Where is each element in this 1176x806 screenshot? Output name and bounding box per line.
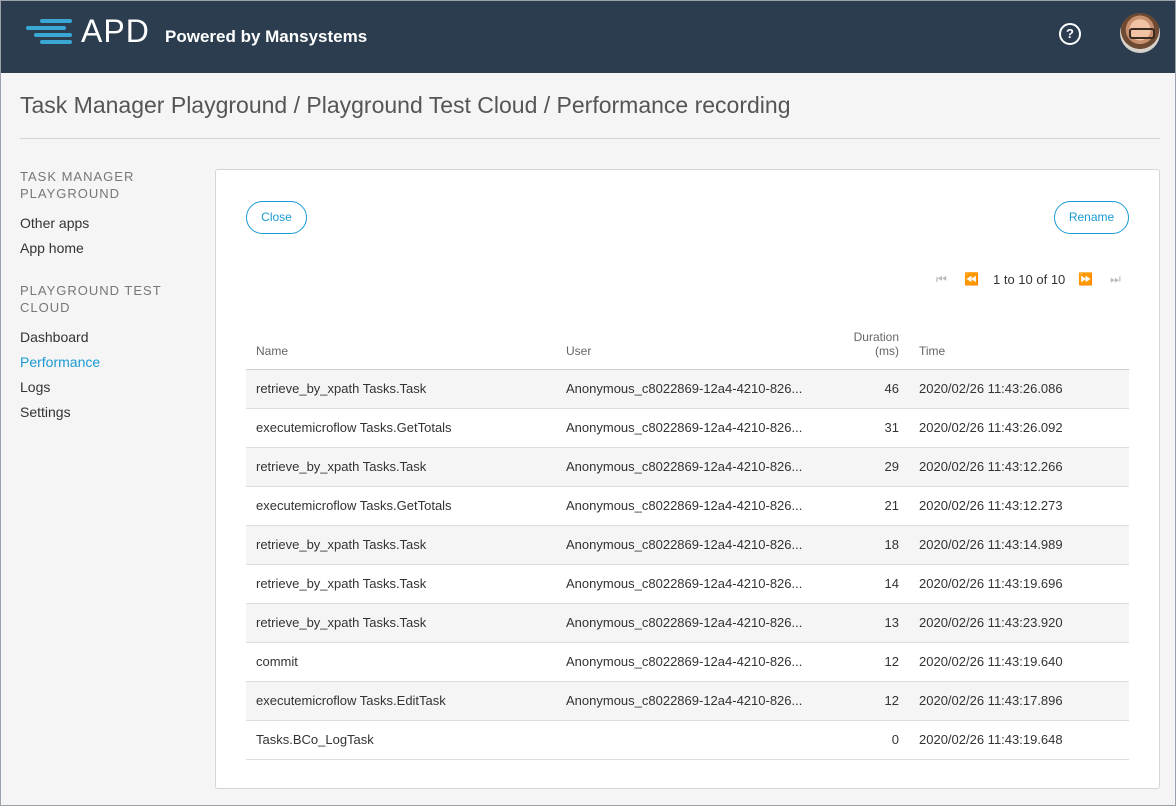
rename-button[interactable]: Rename: [1054, 201, 1129, 234]
cell-user: Anonymous_c8022869-12a4-4210-826...: [556, 525, 816, 565]
help-circle-icon[interactable]: ?: [1059, 23, 1081, 45]
cell-duration: 12: [816, 681, 909, 721]
table-body: retrieve_by_xpath Tasks.Task Anonymous_c8…: [246, 369, 1129, 760]
cell-time: 2020/02/26 11:43:26.092: [909, 408, 1129, 448]
close-button[interactable]: Close: [246, 201, 307, 234]
cell-duration: 14: [816, 564, 909, 604]
column-header-name[interactable]: Name: [246, 320, 556, 370]
cell-name: executemicroflow Tasks.GetTotals: [246, 486, 556, 526]
breadcrumb: Task Manager Playground / Playground Tes…: [20, 92, 791, 118]
cell-user: Anonymous_c8022869-12a4-4210-826...: [556, 642, 816, 682]
top-header: APD Powered by Mansystems ?: [1, 1, 1175, 73]
cell-user: Anonymous_c8022869-12a4-4210-826...: [556, 408, 816, 448]
cell-time: 2020/02/26 11:43:17.896: [909, 681, 1129, 721]
app-window: APD Powered by Mansystems ? Task Manager…: [0, 0, 1176, 806]
column-header-duration[interactable]: Duration (ms): [816, 320, 909, 370]
logo-subtitle: Powered by Mansystems: [165, 27, 368, 46]
cell-user: Anonymous_c8022869-12a4-4210-826...: [556, 603, 816, 643]
recording-panel: Close Rename ⏮ ⏪ 1 to 10 of 10 ⏩ ⏭ Name …: [215, 169, 1160, 789]
cell-duration: 29: [816, 447, 909, 487]
table-row[interactable]: executemicroflow Tasks.GetTotals Anonymou…: [246, 486, 1129, 526]
cell-name: retrieve_by_xpath Tasks.Task: [246, 369, 556, 409]
cell-name: executemicroflow Tasks.GetTotals: [246, 408, 556, 448]
pager-text: 1 to 10 of 10: [993, 272, 1066, 287]
cell-duration: 21: [816, 486, 909, 526]
recording-table: Name User Duration (ms) Time retrieve_by…: [246, 320, 1129, 760]
divider: [20, 138, 1160, 139]
cell-time: 2020/02/26 11:43:14.989: [909, 525, 1129, 565]
cell-time: 2020/02/26 11:43:12.273: [909, 486, 1129, 526]
cell-name: retrieve_by_xpath Tasks.Task: [246, 525, 556, 565]
first-page-icon[interactable]: ⏮: [936, 272, 947, 287]
cell-name: executemicroflow Tasks.EditTask: [246, 681, 556, 721]
duration-header-line2: (ms): [875, 343, 899, 358]
next-page-icon[interactable]: ⏩: [1078, 272, 1093, 286]
last-page-icon[interactable]: ⏭: [1110, 272, 1121, 287]
table-row[interactable]: executemicroflow Tasks.GetTotals Anonymou…: [246, 408, 1129, 448]
apd-logo-icon: [26, 17, 86, 49]
table-row[interactable]: retrieve_by_xpath Tasks.Task Anonymous_c8…: [246, 564, 1129, 604]
sidebar-item-app-home[interactable]: App home: [20, 240, 84, 256]
column-header-time[interactable]: Time: [909, 320, 1129, 370]
logo-text: APD: [81, 13, 150, 49]
cell-name: commit: [246, 642, 556, 682]
cell-name: Tasks.BCo_LogTask: [246, 720, 556, 760]
sidebar-section-environment: PLAYGROUND TEST CLOUD: [20, 283, 162, 315]
table-row[interactable]: retrieve_by_xpath Tasks.Task Anonymous_c8…: [246, 525, 1129, 565]
cell-user: Anonymous_c8022869-12a4-4210-826...: [556, 447, 816, 487]
cell-user: Anonymous_c8022869-12a4-4210-826...: [556, 681, 816, 721]
cell-duration: 12: [816, 642, 909, 682]
cell-duration: 0: [816, 720, 909, 760]
cell-duration: 13: [816, 603, 909, 643]
sidebar-section-app: TASK MANAGER PLAYGROUND: [20, 169, 135, 201]
table-header-row: Name User Duration (ms) Time: [246, 320, 1129, 370]
table-row[interactable]: retrieve_by_xpath Tasks.Task Anonymous_c8…: [246, 447, 1129, 487]
sidebar-item-other-apps[interactable]: Other apps: [20, 215, 89, 231]
sidebar-item-performance[interactable]: Performance: [20, 354, 100, 370]
table-row[interactable]: retrieve_by_xpath Tasks.Task Anonymous_c8…: [246, 369, 1129, 409]
cell-user: Anonymous_c8022869-12a4-4210-826...: [556, 486, 816, 526]
table-row[interactable]: executemicroflow Tasks.EditTask Anonymous…: [246, 681, 1129, 721]
previous-page-icon[interactable]: ⏪: [964, 272, 979, 286]
cell-name: retrieve_by_xpath Tasks.Task: [246, 447, 556, 487]
table-row[interactable]: commit Anonymous_c8022869-12a4-4210-826..…: [246, 642, 1129, 682]
cell-time: 2020/02/26 11:43:12.266: [909, 447, 1129, 487]
cell-duration: 18: [816, 525, 909, 565]
cell-time: 2020/02/26 11:43:26.086: [909, 369, 1129, 409]
cell-duration: 31: [816, 408, 909, 448]
cell-user: Anonymous_c8022869-12a4-4210-826...: [556, 564, 816, 604]
cell-time: 2020/02/26 11:43:19.640: [909, 642, 1129, 682]
duration-header-line1: Duration: [853, 329, 899, 344]
sidebar-item-dashboard[interactable]: Dashboard: [20, 329, 89, 345]
cell-time: 2020/02/26 11:43:19.696: [909, 564, 1129, 604]
cell-name: retrieve_by_xpath Tasks.Task: [246, 564, 556, 604]
cell-duration: 46: [816, 369, 909, 409]
table-row[interactable]: retrieve_by_xpath Tasks.Task Anonymous_c8…: [246, 603, 1129, 643]
column-header-user[interactable]: User: [556, 320, 816, 370]
cell-time: 2020/02/26 11:43:23.920: [909, 603, 1129, 643]
cell-user: [556, 720, 816, 760]
table-row[interactable]: Tasks.BCo_LogTask 0 2020/02/26 11:43:19.64…: [246, 720, 1129, 760]
cell-time: 2020/02/26 11:43:19.648: [909, 720, 1129, 760]
sidebar-item-logs[interactable]: Logs: [20, 379, 50, 395]
user-avatar[interactable]: [1120, 13, 1160, 53]
cell-user: Anonymous_c8022869-12a4-4210-826...: [556, 369, 816, 409]
cell-name: retrieve_by_xpath Tasks.Task: [246, 603, 556, 643]
sidebar-item-settings[interactable]: Settings: [20, 404, 71, 420]
